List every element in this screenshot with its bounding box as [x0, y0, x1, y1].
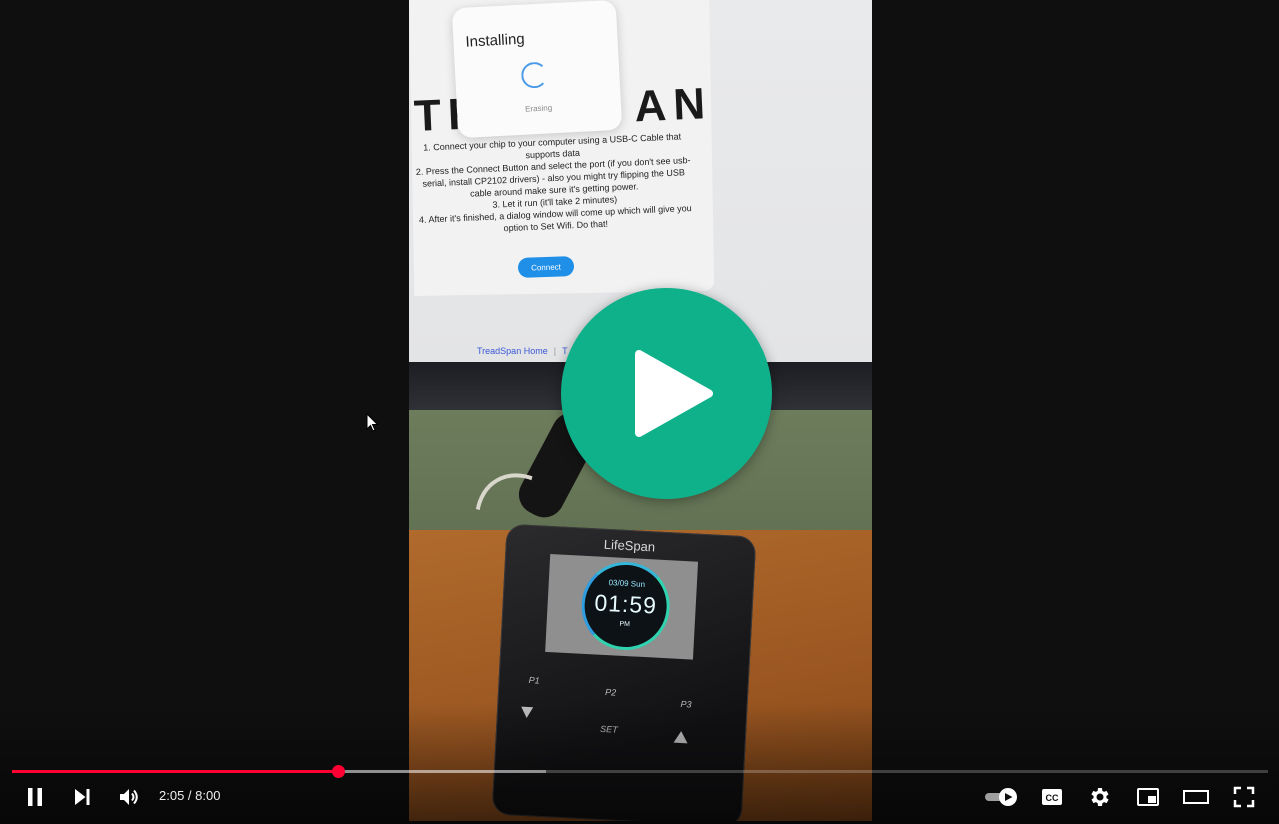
pause-button[interactable]	[22, 784, 48, 810]
console-key-p1: P1	[528, 675, 540, 686]
time-display: 2:05 / 8:00	[159, 788, 221, 803]
mute-button[interactable]	[116, 784, 142, 810]
captions-button[interactable]: CC	[1039, 784, 1065, 810]
instructions-list: 1. Connect your chip to your computer us…	[409, 130, 699, 238]
console-clock: 01:59	[593, 589, 658, 619]
installing-status: Erasing	[524, 103, 553, 114]
up-arrow-icon	[673, 730, 689, 744]
console-logo: LifeSpan	[603, 536, 656, 555]
spinner-icon	[520, 61, 548, 89]
console-date: 03/09 Sun	[608, 578, 646, 589]
autoplay-toggle[interactable]	[984, 784, 1020, 810]
pause-icon	[28, 788, 42, 806]
captions-icon: CC	[1042, 789, 1062, 805]
console-screen: 03/09 Sun 01:59 PM	[545, 553, 699, 660]
treadmill-console: LifeSpan 03/09 Sun 01:59 PM P1 P2 P3 SET	[491, 523, 757, 821]
svg-text:CC: CC	[1046, 793, 1059, 803]
big-play-button[interactable]	[561, 288, 772, 499]
brand-right: AN	[633, 78, 714, 132]
settings-button[interactable]	[1087, 784, 1113, 810]
footer-separator: |	[553, 346, 557, 356]
autoplay-toggle-icon	[985, 788, 1017, 806]
console-key-p2: P2	[604, 687, 617, 698]
console-key-p3: P3	[680, 699, 692, 710]
fullscreen-icon	[1233, 786, 1255, 808]
volume-icon	[120, 789, 138, 805]
progress-bar[interactable]	[12, 765, 1268, 778]
console-ampm: PM	[619, 620, 631, 629]
theater-icon	[1183, 790, 1209, 804]
progress-played	[12, 770, 339, 773]
installing-title: Installing	[465, 30, 526, 51]
next-button[interactable]	[69, 784, 95, 810]
footer-link-home: TreadSpan Home	[477, 346, 548, 356]
play-icon	[635, 350, 713, 437]
clock-dial: 03/09 Sun 01:59 PM	[579, 559, 672, 653]
gear-icon	[1091, 788, 1109, 806]
miniplayer-icon	[1137, 788, 1159, 806]
console-key-set: SET	[599, 723, 618, 735]
fullscreen-button[interactable]	[1231, 784, 1257, 810]
video-player[interactable]: TR AN Installing Erasing 1. Connect your …	[0, 0, 1279, 824]
mouse-cursor-icon	[366, 413, 379, 432]
next-icon	[75, 789, 90, 805]
connect-button: Connect	[517, 256, 575, 278]
down-arrow-icon	[520, 706, 534, 719]
miniplayer-button[interactable]	[1135, 784, 1161, 810]
progress-scrubber[interactable]	[332, 765, 346, 778]
footer-links: TreadSpan Home | T	[477, 346, 568, 356]
theater-mode-button[interactable]	[1183, 784, 1209, 810]
installing-dialog: Installing Erasing	[451, 0, 623, 139]
